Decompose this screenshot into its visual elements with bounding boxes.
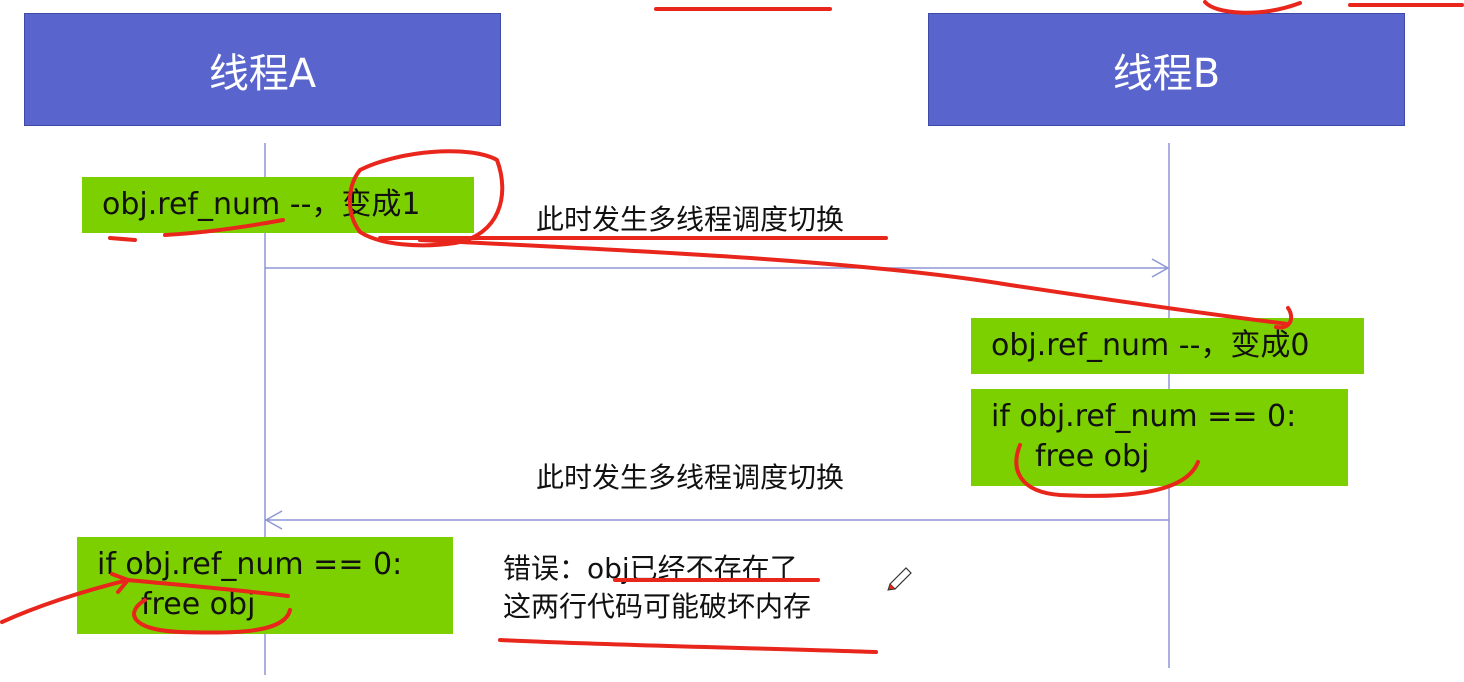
error-note-line2: 这两行代码可能破坏内存: [503, 590, 812, 623]
step-a-check-line1: if obj.ref_num == 0:: [97, 547, 403, 582]
pen-cursor-icon: [887, 567, 912, 591]
thread-a-header: 线程A: [24, 13, 501, 126]
context-switch-note-2: 此时发生多线程调度切换: [536, 461, 845, 494]
arrow-a-to-b: [265, 258, 1170, 278]
step-b-decrement-text: obj.ref_num --，变成0: [991, 328, 1310, 363]
error-note-line1: 错误：obj已经不存在了: [503, 552, 798, 585]
red-underline-error-note: [498, 638, 878, 654]
step-b-check-line1: if obj.ref_num == 0:: [991, 399, 1297, 434]
thread-b-title: 线程B: [1112, 50, 1221, 97]
step-b-free-check: if obj.ref_num == 0: free obj: [971, 389, 1348, 486]
thread-a-title: 线程A: [208, 50, 317, 97]
step-b-check-line2: free obj: [1035, 439, 1150, 474]
context-switch-note-1: 此时发生多线程调度切换: [536, 203, 845, 236]
step-a-free-check: if obj.ref_num == 0: free obj: [77, 537, 453, 634]
thread-b-header: 线程B: [928, 13, 1405, 126]
red-stroke-top-2: [1203, 0, 1302, 15]
red-swoosh-to-thread-b: [418, 238, 1290, 326]
step-a-decrement-text: obj.ref_num --，变成1: [102, 187, 421, 222]
step-b-decrement: obj.ref_num --，变成0: [971, 318, 1364, 374]
step-a-decrement: obj.ref_num --，变成1: [82, 177, 474, 233]
arrow-b-to-a: [264, 510, 1169, 530]
step-a-check-line2: free obj: [141, 587, 256, 622]
